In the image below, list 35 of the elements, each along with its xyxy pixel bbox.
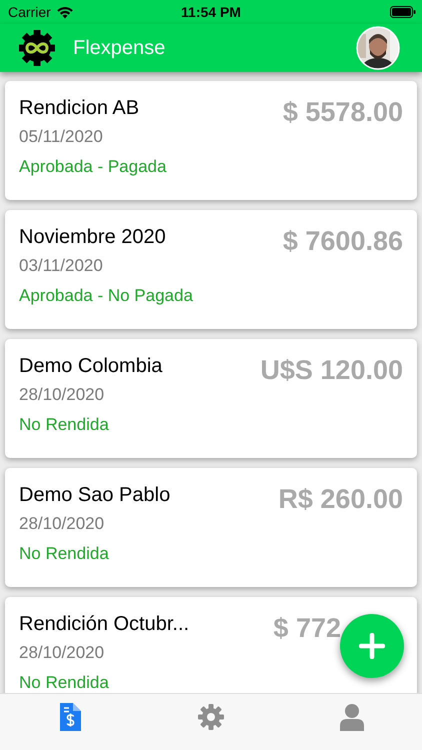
report-amount: U$S 120.00 xyxy=(260,354,403,387)
report-status: No Rendida xyxy=(19,415,110,435)
report-date: 28/10/2020 xyxy=(19,385,106,405)
report-card[interactable]: Noviembre 2020 03/11/2020 Aprobada - No Pagada $ 7600.86 xyxy=(5,210,417,329)
wifi-icon xyxy=(56,6,74,18)
report-card[interactable]: Rendición Octubr... 28/10/2020 No Rendida $ 772 xyxy=(5,597,417,693)
app-title: Flexpense xyxy=(73,36,166,60)
settings-icon xyxy=(197,703,225,731)
dollar-document-icon xyxy=(59,703,82,731)
report-title: Rendición Octubr... xyxy=(19,612,190,636)
report-card[interactable]: Rendicion AB 05/11/2020 Aprobada - Pagada $ 5578.00 xyxy=(5,81,417,200)
battery-icon xyxy=(390,6,416,18)
report-amount: $ 5578.00 xyxy=(282,96,403,129)
report-status: No Rendida xyxy=(19,673,110,693)
report-amount: $ 772 xyxy=(273,612,341,645)
report-amount: $ 7600.86 xyxy=(282,225,403,258)
report-title: Noviembre 2020 xyxy=(19,225,167,249)
report-title: Demo Sao Pablo xyxy=(19,483,170,507)
report-date: 05/11/2020 xyxy=(19,127,104,147)
user-icon xyxy=(338,703,365,731)
report-date: 28/10/2020 xyxy=(19,643,106,663)
report-status: No Rendida xyxy=(19,544,110,564)
plus-icon xyxy=(359,633,385,659)
report-card[interactable]: Demo Sao Pablo 28/10/2020 No Rendida R$ 260.00 xyxy=(5,468,417,587)
report-status: Aprobada - No Pagada xyxy=(19,286,193,306)
report-amount: R$ 260.00 xyxy=(278,483,403,516)
report-date: 03/11/2020 xyxy=(19,256,104,276)
carrier-label: Carrier xyxy=(8,4,51,20)
report-date: 28/10/2020 xyxy=(19,514,106,534)
gear-infinity-logo-icon xyxy=(17,28,57,68)
clock-time: 11:54 PM xyxy=(181,4,241,20)
report-title: Rendicion AB xyxy=(19,96,140,120)
report-title: Demo Colombia xyxy=(19,354,162,378)
report-status: Aprobada - Pagada xyxy=(19,157,166,177)
report-card[interactable]: Demo Colombia 28/10/2020 No Rendida U$S 120.00 xyxy=(5,339,417,458)
